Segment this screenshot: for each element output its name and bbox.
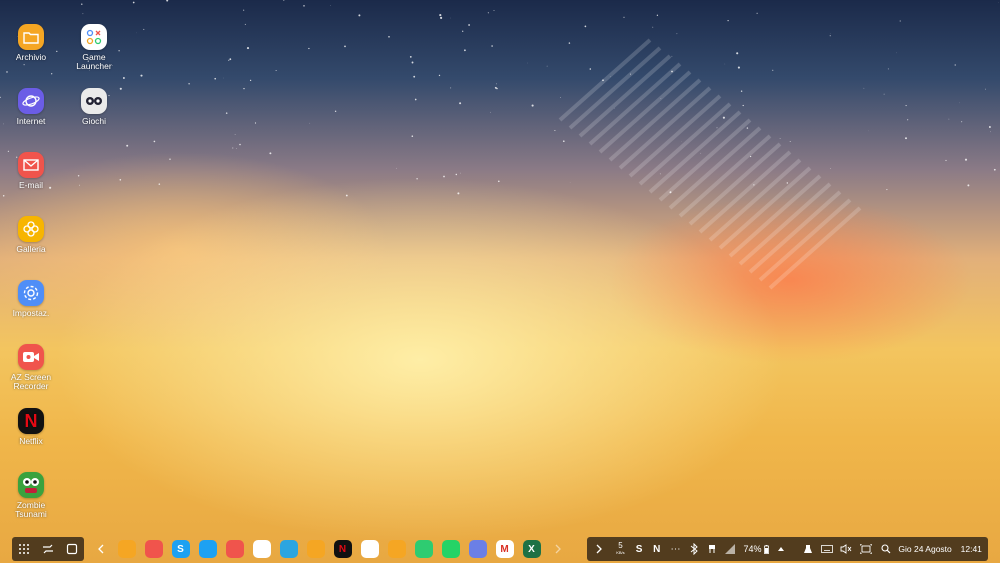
desktop-icon-az-screen-recorder[interactable]: AZ Screen Recorder <box>3 344 59 391</box>
zombie-icon <box>18 472 44 498</box>
gmail-icon: M <box>495 540 514 558</box>
search-icon[interactable] <box>876 537 896 561</box>
scroll-right-icon[interactable] <box>545 537 570 561</box>
starfield-background <box>0 0 999 290</box>
files-icon <box>306 540 325 558</box>
taskbar-telegram-app[interactable] <box>275 537 302 561</box>
taskbar-nav-group <box>12 537 84 561</box>
date-text: Gio 24 Agosto <box>898 544 952 554</box>
desktop-icon-label: Netflix <box>19 436 43 446</box>
time-text: 12:41 <box>960 544 982 554</box>
cast-icon[interactable] <box>703 537 721 561</box>
screenshot-icon[interactable] <box>856 537 876 561</box>
desktop-icon-giochi[interactable]: Giochi <box>66 88 122 126</box>
taskbar-files-app[interactable] <box>302 537 329 561</box>
games-icon <box>81 88 107 114</box>
desktop-icon-label: E-mail <box>18 180 44 190</box>
taskbar-folder-app[interactable] <box>113 537 140 561</box>
game-launcher-icon <box>81 24 107 50</box>
scroll-left-icon[interactable] <box>88 537 113 561</box>
network-speed-value: 5 <box>618 541 623 550</box>
desktop-icon-impostazioni[interactable]: Impostaz. <box>3 280 59 318</box>
taskbar-folder2-app[interactable] <box>383 537 410 561</box>
volume-icon[interactable] <box>837 537 857 561</box>
desktop-icon-netflix[interactable]: N Netflix <box>3 408 59 446</box>
status-bar: 5 KB/s S N ⋯ 74% Gio 24 Agosto 12:41 <box>587 537 988 561</box>
battery-percent: 74% <box>743 544 762 554</box>
twitter-icon <box>198 540 217 558</box>
desktop-icon-label: Impostaz. <box>12 308 50 318</box>
network-speed: 5 KB/s <box>611 537 631 561</box>
bluetooth-icon[interactable] <box>685 537 703 561</box>
desktop-icon-label: Game Launcher <box>76 52 112 71</box>
netflix-notification-icon[interactable]: N <box>648 537 666 561</box>
desktop-icon-email[interactable]: E-mail <box>3 152 59 190</box>
skype-notification-icon[interactable]: S <box>630 537 648 561</box>
mail-icon <box>18 152 44 178</box>
desktop-icon-galleria[interactable]: Galleria <box>3 216 59 254</box>
taskbar-whatsapp-app[interactable] <box>437 537 464 561</box>
folder-icon <box>117 540 136 558</box>
apps-grid-icon[interactable] <box>18 543 30 555</box>
taskbar-netflix-app[interactable]: N <box>329 537 356 561</box>
flower-icon <box>18 216 44 242</box>
screen-recorder-icon <box>225 540 244 558</box>
telegram-icon <box>279 540 298 558</box>
desktop-icon-label: Archivio <box>15 52 47 62</box>
desktop-icon-archivio[interactable]: Archivio <box>3 24 59 62</box>
taskbar-phone-app[interactable] <box>410 537 437 561</box>
skype-icon: S <box>171 540 190 558</box>
taskbar-mail-app[interactable] <box>140 537 167 561</box>
taskbar-twitter-app[interactable] <box>194 537 221 561</box>
folder-icon <box>18 24 44 50</box>
network-speed-unit: KB/s <box>616 550 625 555</box>
netflix-icon: N <box>18 408 44 434</box>
taskbar-chrome-app[interactable] <box>356 537 383 561</box>
clock[interactable]: 12:41 <box>955 537 988 561</box>
video-camera-icon <box>18 344 44 370</box>
expand-tray-icon[interactable] <box>587 537 611 561</box>
mail-icon <box>144 540 163 558</box>
taskbar-apps: S N MX <box>88 537 570 561</box>
desktop-icon-label: Internet <box>16 116 46 126</box>
home-icon[interactable] <box>66 543 78 555</box>
expand-up-icon[interactable] <box>774 537 788 561</box>
signal-icon <box>721 537 739 561</box>
desktop-icon-game-launcher[interactable]: Game Launcher <box>66 24 122 71</box>
phone-icon <box>414 540 433 558</box>
desktop-icon-zombie-tsunami[interactable]: Zombie Tsunami <box>3 472 59 519</box>
gear-icon <box>18 280 44 306</box>
whatsapp-icon <box>441 540 460 558</box>
taskbar-gmail-app[interactable]: M <box>491 537 518 561</box>
taskbar-slides-app[interactable] <box>248 537 275 561</box>
user-icon[interactable] <box>799 537 817 561</box>
taskbar-screen-recorder-app[interactable] <box>221 537 248 561</box>
desktop-icon-label: AZ Screen Recorder <box>10 372 52 391</box>
taskbar-skype-app[interactable]: S <box>167 537 194 561</box>
chrome-icon <box>360 540 379 558</box>
desktop-icon-internet[interactable]: Internet <box>3 88 59 126</box>
desktop-icon-label: Zombie Tsunami <box>15 500 47 519</box>
more-notifications-icon[interactable]: ⋯ <box>666 537 686 561</box>
slides-icon <box>252 540 271 558</box>
camera-icon <box>468 540 487 558</box>
battery-icon <box>763 544 769 554</box>
excel-icon: X <box>522 540 541 558</box>
date-display[interactable]: Gio 24 Agosto <box>896 537 955 561</box>
desktop-icon-label: Giochi <box>81 116 107 126</box>
desktop-icon-label: Galleria <box>16 244 46 254</box>
battery-status: 74% <box>738 537 773 561</box>
taskbar-camera-app[interactable] <box>464 537 491 561</box>
planet-icon <box>18 88 44 114</box>
taskbar-excel-app[interactable]: X <box>518 537 545 561</box>
folder2-icon <box>387 540 406 558</box>
keyboard-icon[interactable] <box>817 537 837 561</box>
recent-apps-icon[interactable] <box>42 543 54 555</box>
netflix-icon: N <box>333 540 352 558</box>
